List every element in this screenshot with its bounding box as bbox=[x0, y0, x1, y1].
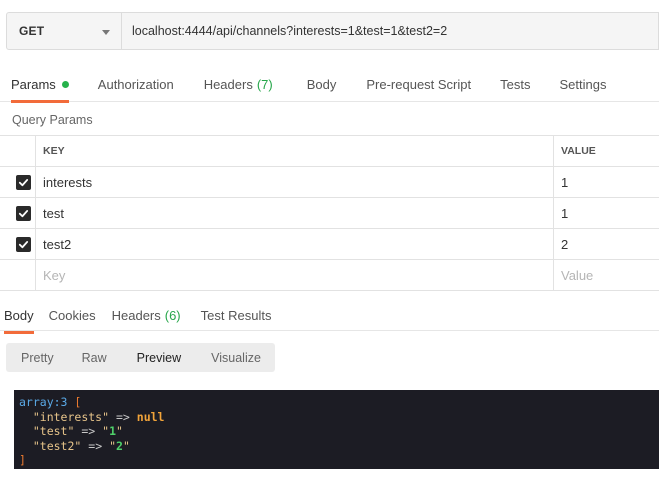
tab-response-headers[interactable]: Headers (6) bbox=[112, 297, 181, 333]
entry-key: "interests" bbox=[32, 409, 110, 424]
chevron-down-icon bbox=[102, 30, 110, 35]
new-value-input[interactable]: Value bbox=[554, 260, 659, 290]
table-row: test2 2 bbox=[0, 229, 659, 260]
headers-count: (7) bbox=[256, 76, 273, 92]
entry-arrow: => bbox=[115, 409, 130, 424]
tab-tests-label: Tests bbox=[500, 76, 531, 92]
table-header-row: KEY VALUE bbox=[0, 136, 659, 167]
key-column-header: KEY bbox=[36, 136, 554, 166]
param-checkbox[interactable] bbox=[15, 174, 31, 190]
param-checkbox[interactable] bbox=[15, 205, 31, 221]
response-preview-output: array:3 [ "interests" => null "test" => … bbox=[14, 390, 659, 469]
tab-tests[interactable]: Tests bbox=[500, 66, 530, 102]
tab-params[interactable]: Params bbox=[11, 66, 69, 103]
tab-body-label: Body bbox=[306, 76, 337, 92]
view-visualize-button[interactable]: Visualize bbox=[196, 343, 275, 372]
param-key[interactable]: interests bbox=[36, 167, 554, 197]
entry-quote: " bbox=[109, 438, 116, 453]
tab-authorization[interactable]: Authorization bbox=[98, 66, 174, 102]
method-label: GET bbox=[19, 24, 45, 38]
tab-headers-label: Headers bbox=[203, 76, 253, 92]
tab-prerequest-label: Pre-request Script bbox=[366, 76, 472, 92]
query-params-table: KEY VALUE interests 1 test 1 test2 2 Key… bbox=[0, 135, 659, 291]
entry-key: "test" bbox=[32, 424, 75, 438]
row-check-cell bbox=[0, 229, 36, 259]
tab-prerequest-script[interactable]: Pre-request Script bbox=[366, 66, 471, 102]
entry-arrow: => bbox=[88, 438, 103, 453]
tab-settings-label: Settings bbox=[559, 76, 607, 92]
query-params-title: Query Params bbox=[12, 113, 93, 127]
table-row-new: Key Value bbox=[0, 260, 659, 291]
param-checkbox[interactable] bbox=[15, 236, 31, 252]
entry-quote: " bbox=[116, 424, 123, 438]
tab-test-results[interactable]: Test Results bbox=[201, 297, 272, 333]
tab-cookies[interactable]: Cookies bbox=[49, 297, 96, 333]
request-bar: GET localhost:4444/api/channels?interest… bbox=[6, 12, 659, 50]
view-mode-toggle: Pretty Raw Preview Visualize bbox=[6, 343, 275, 372]
request-tabs: Params Authorization Headers (7) Body Pr… bbox=[0, 66, 659, 103]
checkmark-icon bbox=[18, 178, 28, 186]
table-row: interests 1 bbox=[0, 167, 659, 198]
tab-params-label: Params bbox=[11, 76, 56, 92]
method-select[interactable]: GET bbox=[6, 12, 122, 50]
entry-key: "test2" bbox=[32, 438, 82, 453]
close-bracket: ] bbox=[19, 453, 26, 467]
tab-response-headers-label: Headers bbox=[111, 307, 161, 323]
entry-quote: " bbox=[122, 438, 130, 453]
tab-response-body-label: Body bbox=[4, 307, 34, 323]
tab-response-body[interactable]: Body bbox=[4, 297, 34, 334]
param-key[interactable]: test2 bbox=[36, 229, 554, 259]
view-raw-button[interactable]: Raw bbox=[69, 343, 122, 372]
tab-authorization-label: Authorization bbox=[97, 76, 174, 92]
tab-settings[interactable]: Settings bbox=[559, 66, 606, 102]
param-value[interactable]: 1 bbox=[554, 167, 659, 197]
new-key-input[interactable]: Key bbox=[36, 260, 554, 290]
params-active-dot-icon bbox=[61, 80, 69, 88]
param-value[interactable]: 1 bbox=[554, 198, 659, 228]
output-line: array:3 [ bbox=[19, 395, 659, 410]
checkmark-icon bbox=[18, 240, 28, 248]
output-line: "interests" => null bbox=[19, 410, 659, 425]
output-line: ] bbox=[19, 453, 659, 468]
view-preview-button[interactable]: Preview bbox=[122, 343, 196, 372]
response-tabs: Body Cookies Headers (6) Test Results bbox=[0, 297, 659, 334]
view-pretty-button[interactable]: Pretty bbox=[6, 343, 69, 372]
row-check-cell bbox=[0, 167, 36, 197]
table-row: test 1 bbox=[0, 198, 659, 229]
entry-value: 2 bbox=[116, 438, 123, 453]
open-bracket: [ bbox=[74, 395, 82, 409]
entry-value: 1 bbox=[109, 424, 117, 438]
param-value[interactable]: 2 bbox=[554, 229, 659, 259]
output-line: "test2" => "2" bbox=[19, 439, 659, 454]
check-column-header bbox=[0, 136, 36, 166]
value-column-header: VALUE bbox=[561, 145, 596, 157]
tab-body[interactable]: Body bbox=[307, 66, 337, 102]
checkmark-icon bbox=[18, 209, 28, 217]
tab-test-results-label: Test Results bbox=[200, 307, 272, 323]
array-head: array:3 bbox=[19, 395, 68, 409]
tab-cookies-label: Cookies bbox=[48, 307, 96, 323]
url-input[interactable]: localhost:4444/api/channels?interests=1&… bbox=[122, 12, 659, 50]
row-check-cell bbox=[0, 198, 36, 228]
param-key[interactable]: test bbox=[36, 198, 554, 228]
row-check-cell bbox=[0, 260, 36, 290]
response-headers-count: (6) bbox=[164, 307, 181, 323]
entry-arrow: => bbox=[81, 424, 96, 438]
entry-value: null bbox=[136, 409, 165, 424]
tab-headers[interactable]: Headers (7) bbox=[204, 66, 273, 102]
output-line: "test" => "1" bbox=[19, 424, 659, 439]
